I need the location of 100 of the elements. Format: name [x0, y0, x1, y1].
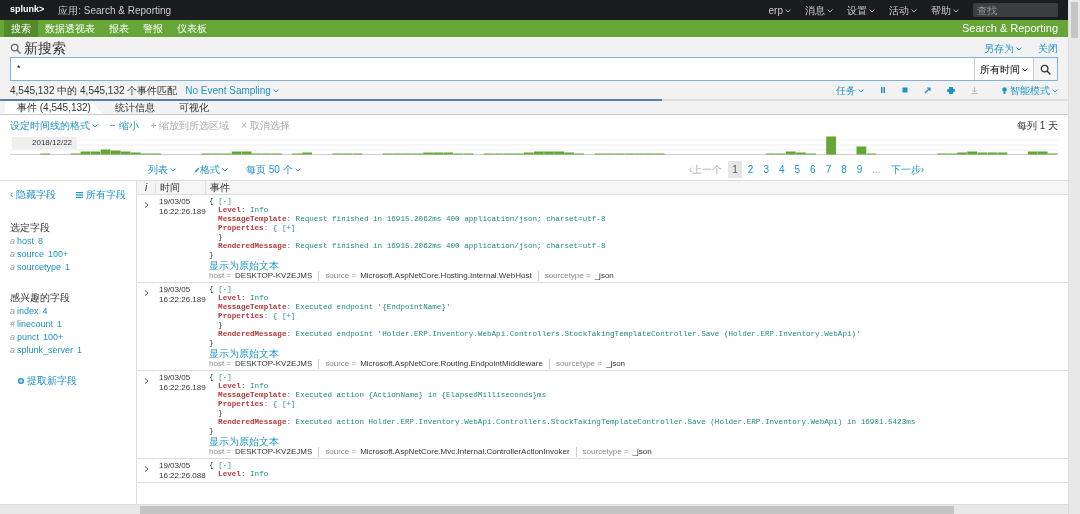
view-control-menu[interactable]: 格式: [194, 161, 228, 177]
search-field[interactable]: 查找: [973, 3, 1058, 17]
search-button[interactable]: [1033, 58, 1057, 80]
menu-item[interactable]: 消息: [805, 2, 833, 18]
page-link[interactable]: 下一步›: [886, 160, 928, 178]
view-control-menu[interactable]: 列表: [148, 161, 176, 177]
caret-icon: [1022, 67, 1028, 72]
chevron-icon[interactable]: [143, 378, 149, 385]
result-tab[interactable]: 可视化: [166, 101, 221, 114]
field-link[interactable]: punct: [17, 332, 40, 342]
caret-icon: [869, 8, 875, 13]
metadata-field[interactable]: host = DESKTOP-KV2EJMS: [209, 447, 313, 457]
timeline-action[interactable]: 设定时间线的格式: [10, 117, 98, 133]
view-control-menu[interactable]: 每页 50 个: [246, 161, 301, 177]
page-link[interactable]: 5: [790, 160, 805, 178]
page-link[interactable]: 6: [806, 160, 820, 178]
chevron-icon[interactable]: [143, 202, 149, 209]
search-icon: [10, 42, 21, 54]
field-link[interactable]: splunk_server: [17, 345, 74, 355]
metadata-field[interactable]: sourcetype = _json: [575, 447, 652, 457]
event-date: 19/03/05: [159, 197, 192, 207]
result-tab[interactable]: 事件 (4,545,132): [5, 101, 103, 114]
search-icon: [1040, 63, 1051, 75]
extract-fields-link[interactable]: 提取新字段: [18, 373, 126, 388]
field-link[interactable]: host: [17, 236, 35, 246]
menu-item[interactable]: 设置: [847, 2, 875, 18]
caret-icon: [222, 167, 228, 172]
metadata-field[interactable]: source = Microsoft.AspNetCore.Hosting.Internal.WebHost: [318, 271, 532, 281]
menu-item[interactable]: 活动: [889, 2, 917, 18]
show-raw-link[interactable]: 显示为原始文本: [209, 260, 279, 271]
search-field[interactable]: * 所有时间: [10, 57, 1058, 81]
page-link[interactable]: 2: [743, 160, 758, 178]
group-title: 选定字段: [10, 221, 51, 235]
field-type: #: [10, 319, 15, 329]
nav-tab[interactable]: 报表: [102, 20, 136, 37]
job-menu[interactable]: 任务: [836, 82, 865, 98]
list-icon: [76, 192, 84, 199]
download-icon: [971, 86, 979, 94]
all-fields-link[interactable]: 所有字段: [76, 187, 126, 202]
pause-icon[interactable]: [880, 87, 887, 93]
page-link[interactable]: 3: [759, 160, 773, 178]
chevron-icon[interactable]: [143, 290, 149, 297]
metadata-field[interactable]: source = Microsoft.AspNetCore.Routing.EndpointMiddleware: [318, 359, 543, 369]
column-header: 时间: [155, 182, 205, 193]
show-raw-link[interactable]: 显示为原始文本: [209, 348, 279, 359]
page-link[interactable]: 9: [852, 160, 867, 178]
field-count: 8: [38, 236, 44, 246]
field-type: a: [10, 262, 15, 272]
field-link[interactable]: linecount: [17, 319, 54, 329]
field-count: 100+: [48, 249, 69, 259]
field-link[interactable]: sourcetype: [17, 262, 62, 272]
caret-icon: [911, 8, 917, 13]
sampling-menu[interactable]: No Event Sampling: [185, 82, 279, 98]
event-time: 16:22:26.088: [159, 471, 205, 481]
field-type: a: [10, 345, 15, 355]
metadata-field[interactable]: host = DESKTOP-KV2EJMS: [209, 271, 313, 281]
caret-icon: [858, 88, 865, 93]
page-link[interactable]: 4: [774, 160, 789, 178]
metadata-field[interactable]: sourcetype = _json: [548, 359, 626, 369]
nav-tab[interactable]: 仪表板: [170, 20, 214, 37]
vertical-scrollbar[interactable]: [1068, 0, 1080, 514]
app-menu[interactable]: 应用: Search & Reporting: [58, 2, 172, 18]
lightbulb-icon: [1002, 87, 1008, 95]
field-count: 1: [65, 262, 71, 272]
caret-icon: [785, 8, 791, 13]
share-icon[interactable]: [924, 86, 932, 94]
chevron-icon[interactable]: [143, 466, 149, 473]
result-tab[interactable]: 统计信息: [102, 101, 167, 114]
column-scale-label: 每列 1 天: [1016, 118, 1058, 133]
page-link[interactable]: 8: [837, 160, 851, 178]
nav-tab[interactable]: 警报: [136, 20, 170, 37]
show-raw-link[interactable]: 显示为原始文本: [209, 436, 279, 447]
horizontal-scrollbar[interactable]: [0, 504, 1068, 514]
event-time: 16:22:26.189: [159, 383, 205, 393]
field-link[interactable]: source: [17, 249, 45, 259]
menu-item[interactable]: erp: [768, 2, 791, 18]
caret-icon: [272, 88, 279, 93]
page-title: 新搜索: [24, 38, 66, 58]
title-action-link[interactable]: 另存为: [984, 40, 1022, 56]
hide-fields-link[interactable]: ‹ 隐藏字段: [10, 187, 57, 202]
group-title: 感兴趣的字段: [10, 291, 71, 305]
nav-tab[interactable]: 搜索: [4, 20, 38, 37]
field-link[interactable]: index: [17, 306, 39, 316]
metadata-field[interactable]: source = Microsoft.AspNetCore.Mvc.Internal.ControllerActionInvoker: [318, 447, 570, 457]
nav-tab[interactable]: 数据透视表: [38, 20, 102, 37]
metadata-field[interactable]: host = DESKTOP-KV2EJMS: [209, 359, 313, 369]
page-link[interactable]: 1: [728, 160, 742, 178]
pencil-icon: [194, 166, 200, 173]
plus-circle-icon: [18, 378, 24, 385]
field-count: 100+: [43, 332, 64, 342]
menu-item[interactable]: 帮助: [931, 2, 959, 18]
title-action-link[interactable]: 关闭: [1038, 40, 1058, 56]
stop-icon[interactable]: [902, 87, 909, 93]
timeline-action[interactable]: − 缩小: [110, 117, 139, 133]
page-link[interactable]: 7: [821, 160, 836, 178]
match-count: 4,545,132 中的 4,545,132 个事件匹配: [10, 83, 178, 98]
metadata-field[interactable]: sourcetype = _json: [537, 271, 614, 281]
mode-menu[interactable]: 智能模式: [1002, 82, 1058, 98]
caret-icon: [953, 8, 959, 13]
caret-icon: [294, 167, 301, 172]
